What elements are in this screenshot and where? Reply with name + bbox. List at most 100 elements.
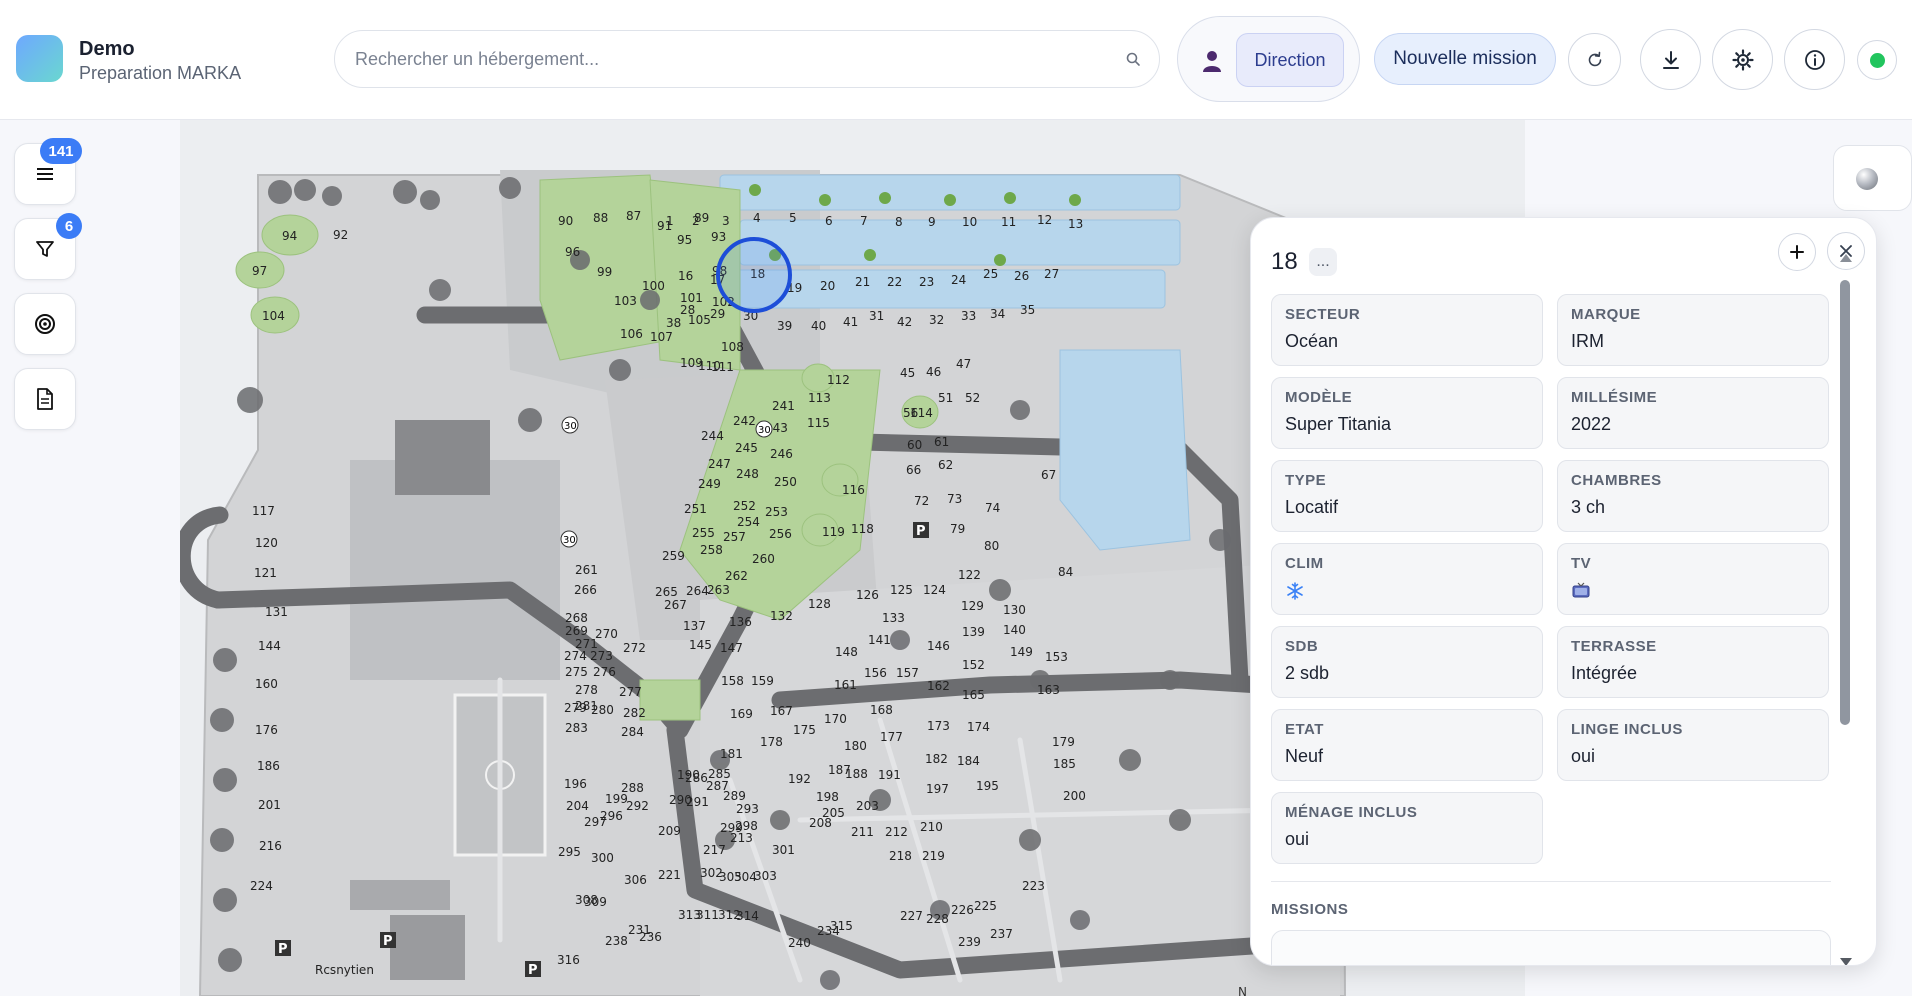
scroll-thumb[interactable] xyxy=(1840,280,1850,725)
svg-text:67: 67 xyxy=(1041,468,1056,482)
svg-text:52: 52 xyxy=(965,391,980,405)
svg-text:208: 208 xyxy=(809,816,832,830)
svg-text:99: 99 xyxy=(597,265,612,279)
svg-text:176: 176 xyxy=(255,723,278,737)
field-chambres: CHAMBRES 3 ch xyxy=(1557,460,1829,532)
svg-text:33: 33 xyxy=(961,309,976,323)
svg-text:185: 185 xyxy=(1053,757,1076,771)
field-secteur: SECTEUR Océan xyxy=(1271,294,1543,366)
scroll-up-arrow[interactable] xyxy=(1840,254,1852,262)
svg-text:157: 157 xyxy=(896,666,919,680)
app-subtitle: Preparation MARKA xyxy=(79,63,242,83)
svg-text:5: 5 xyxy=(789,211,797,225)
document-button[interactable] xyxy=(14,368,76,430)
svg-text:181: 181 xyxy=(720,747,743,761)
svg-text:167: 167 xyxy=(770,704,793,718)
svg-text:192: 192 xyxy=(788,772,811,786)
svg-text:93: 93 xyxy=(711,230,726,244)
svg-text:35: 35 xyxy=(1020,303,1035,317)
svg-text:10: 10 xyxy=(962,215,977,229)
field-value: 2 sdb xyxy=(1285,663,1330,683)
missions-list[interactable] xyxy=(1271,930,1831,965)
field-value: Locatif xyxy=(1285,497,1339,517)
role-direction-button[interactable]: Direction xyxy=(1236,33,1344,87)
svg-text:66: 66 xyxy=(906,463,921,477)
svg-text:272: 272 xyxy=(623,641,646,655)
field-linge-inclus: LINGE INCLUS oui xyxy=(1557,709,1829,781)
svg-text:197: 197 xyxy=(926,782,949,796)
svg-text:174: 174 xyxy=(967,720,990,734)
svg-text:257: 257 xyxy=(723,530,746,544)
svg-text:22: 22 xyxy=(887,275,902,289)
top-bar: Demo Preparation MARKA Direction Nouvell… xyxy=(0,0,1912,120)
svg-text:146: 146 xyxy=(927,639,950,653)
svg-text:306: 306 xyxy=(624,873,647,887)
svg-text:160: 160 xyxy=(255,677,278,691)
search-bar[interactable] xyxy=(334,30,1160,88)
svg-text:281: 281 xyxy=(575,699,598,713)
svg-text:188: 188 xyxy=(845,767,868,781)
svg-text:224: 224 xyxy=(250,879,273,893)
settings-button[interactable] xyxy=(1712,29,1773,90)
svg-text:153: 153 xyxy=(1045,650,1068,664)
refresh-button[interactable] xyxy=(1568,33,1621,86)
field-tv: TV xyxy=(1557,543,1829,615)
download-icon xyxy=(1662,50,1679,69)
svg-text:30: 30 xyxy=(563,535,576,546)
field-value: IRM xyxy=(1571,331,1604,351)
svg-text:51: 51 xyxy=(938,391,953,405)
add-button[interactable] xyxy=(1778,233,1816,271)
svg-text:100: 100 xyxy=(642,279,665,293)
info-button[interactable] xyxy=(1784,29,1845,90)
svg-text:237: 237 xyxy=(990,927,1013,941)
field-marque: MARQUE IRM xyxy=(1557,294,1829,366)
svg-text:292: 292 xyxy=(626,799,649,813)
svg-text:270: 270 xyxy=(595,627,618,641)
svg-text:21: 21 xyxy=(855,275,870,289)
svg-text:253: 253 xyxy=(765,505,788,519)
field-menage-inclus: MÉNAGE INCLUS oui xyxy=(1271,792,1543,864)
field-label: LINGE INCLUS xyxy=(1571,721,1683,738)
svg-text:47: 47 xyxy=(956,357,971,371)
svg-text:288: 288 xyxy=(621,781,644,795)
svg-text:218: 218 xyxy=(889,849,912,863)
scroll-down-arrow[interactable] xyxy=(1840,958,1852,965)
svg-text:74: 74 xyxy=(985,501,1000,515)
svg-text:P: P xyxy=(528,963,538,978)
svg-text:38: 38 xyxy=(666,316,681,330)
svg-text:238: 238 xyxy=(605,934,628,948)
svg-text:241: 241 xyxy=(772,399,795,413)
download-button[interactable] xyxy=(1640,29,1701,90)
svg-text:289: 289 xyxy=(723,789,746,803)
svg-text:144: 144 xyxy=(258,639,281,653)
panel-scrollbar[interactable] xyxy=(1838,248,1852,965)
svg-text:201: 201 xyxy=(258,798,281,812)
svg-text:105: 105 xyxy=(688,313,711,327)
svg-text:84: 84 xyxy=(1058,565,1073,579)
more-options-button[interactable]: ... xyxy=(1309,248,1337,276)
svg-text:305: 305 xyxy=(719,870,742,884)
svg-text:221: 221 xyxy=(658,868,681,882)
svg-text:30: 30 xyxy=(758,425,771,436)
svg-text:26: 26 xyxy=(1014,269,1029,283)
layer-toggle[interactable] xyxy=(1833,145,1912,211)
new-mission-button[interactable]: Nouvelle mission xyxy=(1374,33,1556,85)
svg-text:175: 175 xyxy=(793,723,816,737)
svg-text:223: 223 xyxy=(1022,879,1045,893)
svg-text:228: 228 xyxy=(926,912,949,926)
svg-text:239: 239 xyxy=(958,935,981,949)
svg-text:124: 124 xyxy=(923,583,946,597)
list-count-badge: 141 xyxy=(40,138,82,164)
search-icon[interactable] xyxy=(1125,51,1141,67)
target-icon xyxy=(35,314,55,334)
svg-text:106: 106 xyxy=(620,327,643,341)
field-value: Océan xyxy=(1285,331,1339,351)
svg-text:282: 282 xyxy=(623,706,646,720)
list-icon xyxy=(37,168,53,180)
field-sdb: SDB 2 sdb xyxy=(1271,626,1543,698)
svg-text:204: 204 xyxy=(566,799,589,813)
search-input[interactable] xyxy=(355,31,1115,87)
svg-text:46: 46 xyxy=(926,365,941,379)
target-button[interactable] xyxy=(14,293,76,355)
svg-text:62: 62 xyxy=(938,458,953,472)
